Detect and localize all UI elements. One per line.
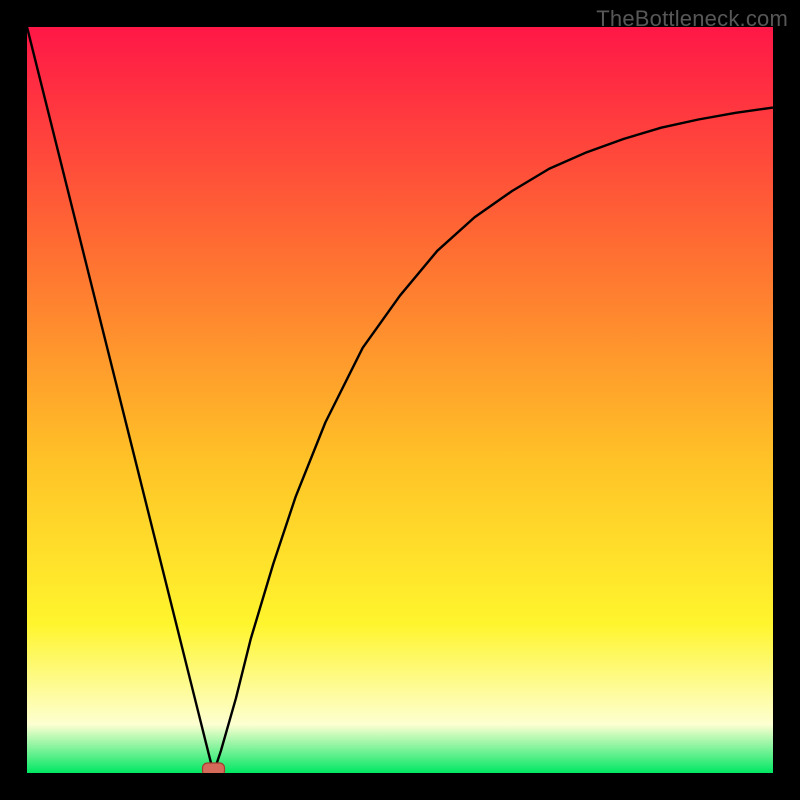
- optimal-point-marker: [203, 763, 225, 773]
- chart-svg: [27, 27, 773, 773]
- chart-plot-area: [27, 27, 773, 773]
- gradient-background: [27, 27, 773, 773]
